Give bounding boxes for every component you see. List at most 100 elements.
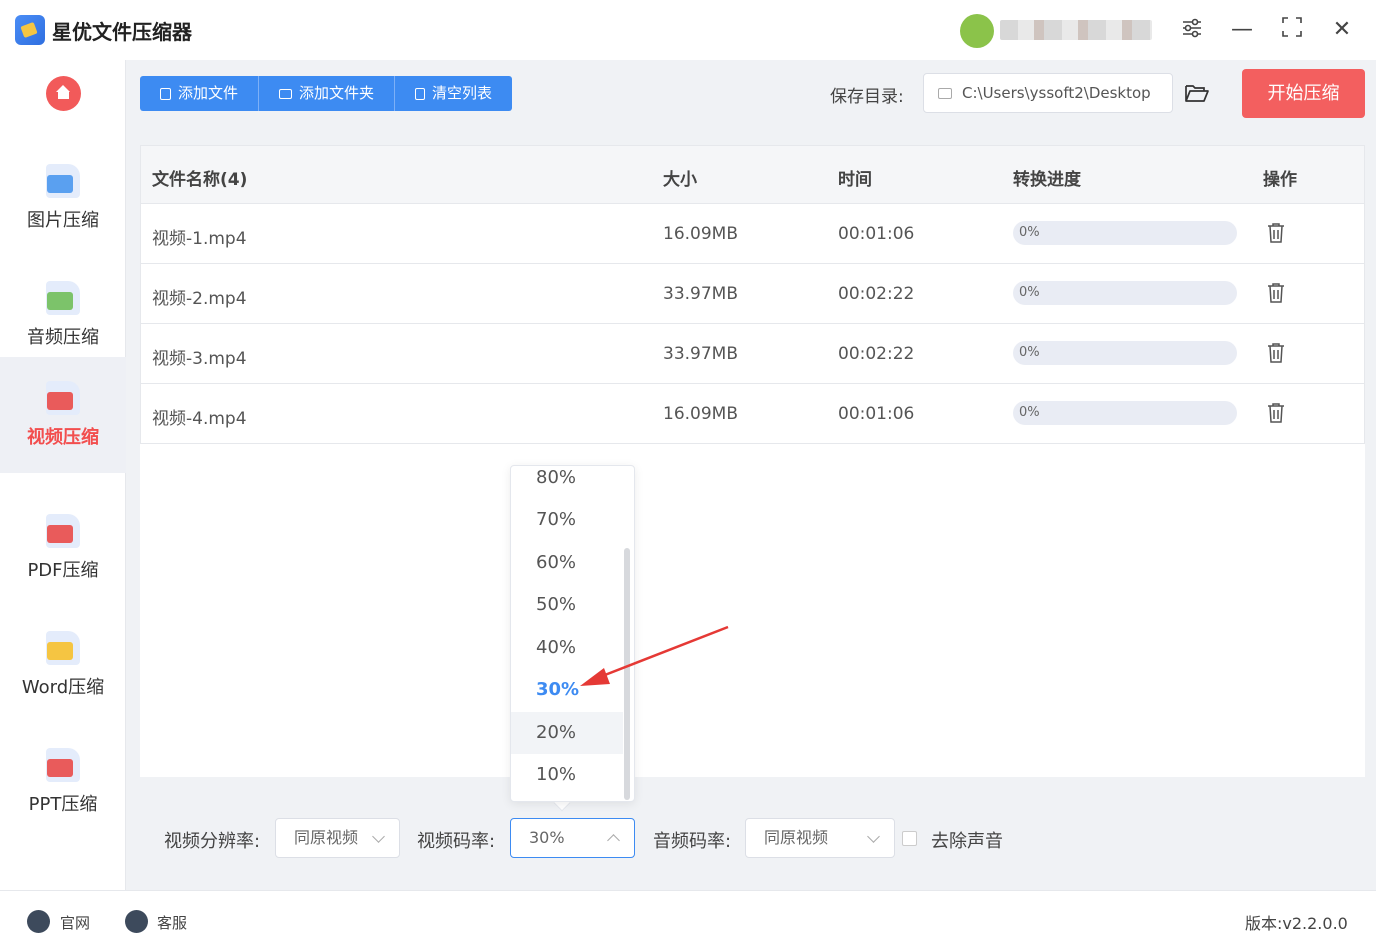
save-path-value: C:\Users\yssoft2\Desktop (962, 84, 1151, 102)
progress-bar: 0% (1013, 281, 1237, 305)
file-size: 33.97MB (663, 344, 738, 364)
folder-icon (938, 88, 952, 99)
progress-bar: 0% (1013, 401, 1237, 425)
bitrate-select[interactable]: 30% (510, 818, 635, 858)
file-icon (160, 87, 171, 100)
file-duration: 00:01:06 (838, 404, 915, 424)
support-link[interactable]: 客服 (157, 912, 187, 933)
file-name: 视频-4.mp4 (152, 409, 247, 429)
file-duration: 00:01:06 (838, 224, 915, 244)
sliders-icon (1183, 18, 1201, 38)
mute-label: 去除声音 (931, 831, 1003, 852)
table-row[interactable]: 视频-3.mp4 33.97MB 00:02:22 0% (140, 324, 1365, 384)
file-name: 视频-1.mp4 (152, 229, 247, 249)
file-duration: 00:02:22 (838, 344, 915, 364)
app-title: 星优文件压缩器 (52, 20, 192, 44)
close-button[interactable]: ✕ (1327, 15, 1357, 45)
footer: 官网 客服 版本:v2.2.0.0 (0, 890, 1376, 950)
sidebar-item-label: 图片压缩 (27, 210, 99, 231)
table-header: 文件名称(4) 大小 时间 转换进度 操作 (140, 145, 1365, 204)
delete-trash-icon[interactable] (1266, 282, 1286, 304)
progress-bar: 0% (1013, 221, 1237, 245)
title-bar: 星优文件压缩器 — ✕ (0, 0, 1376, 60)
sidebar-item-audio[interactable]: 音频压缩 (0, 257, 126, 373)
maximize-icon (1282, 17, 1302, 37)
col-header-time: 时间 (838, 170, 872, 190)
sidebar-item-label: PPT压缩 (28, 794, 98, 815)
table-row[interactable]: 视频-4.mp4 16.09MB 00:01:06 0% (140, 384, 1365, 444)
chevron-down-icon (372, 830, 385, 843)
maximize-button[interactable] (1277, 15, 1307, 45)
add-file-button[interactable]: 添加文件 (140, 76, 260, 111)
table-row[interactable]: 视频-2.mp4 33.97MB 00:02:22 0% (140, 264, 1365, 324)
folder-open-icon[interactable] (1184, 82, 1210, 104)
table-row[interactable]: 视频-1.mp4 16.09MB 00:01:06 0% (140, 204, 1365, 264)
folder-icon (279, 88, 293, 99)
clear-list-button[interactable]: 清空列表 (395, 76, 512, 111)
delete-trash-icon[interactable] (1266, 222, 1286, 244)
pdf-icon (46, 514, 80, 548)
col-header-size: 大小 (663, 170, 697, 190)
music-icon (46, 281, 80, 315)
col-header-action: 操作 (1263, 170, 1297, 190)
add-file-label: 添加文件 (178, 84, 239, 102)
dropdown-option[interactable]: 70% (511, 499, 623, 541)
chevron-up-icon (607, 834, 620, 847)
app-logo-icon (15, 15, 45, 45)
file-duration: 00:02:22 (838, 284, 915, 304)
ppt-icon (46, 748, 80, 782)
sidebar-item-pdf[interactable]: PDF压缩 (0, 490, 126, 606)
sidebar-item-label: 视频压缩 (27, 427, 99, 448)
dropdown-option[interactable]: 80% (511, 466, 623, 499)
video-icon (46, 381, 80, 415)
website-icon[interactable] (27, 910, 50, 933)
sidebar-item-ppt[interactable]: PPT压缩 (0, 724, 126, 840)
dropdown-option-hovered[interactable]: 20% (511, 712, 623, 754)
file-table: 文件名称(4) 大小 时间 转换进度 操作 视频-1.mp4 16.09MB 0… (140, 145, 1365, 777)
image-icon (46, 164, 80, 198)
sidebar-item-image[interactable]: 图片压缩 (0, 140, 126, 256)
word-icon (46, 631, 80, 665)
dropdown-option[interactable]: 10% (511, 754, 623, 796)
file-size: 16.09MB (663, 404, 738, 424)
minimize-button[interactable]: — (1227, 15, 1257, 45)
file-size: 16.09MB (663, 224, 738, 244)
delete-trash-icon[interactable] (1266, 402, 1286, 424)
settings-sliders-icon[interactable] (1177, 15, 1207, 45)
annotation-arrow-icon (580, 625, 729, 686)
version-text: 版本:v2.2.0.0 (1245, 914, 1348, 933)
progress-bar: 0% (1013, 341, 1237, 365)
delete-trash-icon[interactable] (1266, 342, 1286, 364)
file-size: 33.97MB (663, 284, 738, 304)
trash-icon (415, 87, 426, 100)
resolution-select[interactable]: 同原视频 (275, 818, 400, 858)
file-name: 视频-3.mp4 (152, 349, 247, 369)
audio-bitrate-value: 同原视频 (764, 828, 829, 847)
chevron-down-icon (867, 830, 880, 843)
audio-bitrate-select[interactable]: 同原视频 (745, 818, 895, 858)
resolution-label: 视频分辨率: (164, 831, 261, 852)
save-path-input[interactable]: C:\Users\yssoft2\Desktop (923, 73, 1173, 113)
clear-list-label: 清空列表 (432, 84, 493, 102)
audio-bitrate-label: 音频码率: (653, 831, 732, 852)
website-link[interactable]: 官网 (60, 912, 90, 933)
user-avatar[interactable] (960, 14, 994, 48)
resolution-value: 同原视频 (294, 828, 359, 847)
sidebar-item-label: Word压缩 (21, 677, 105, 698)
sidebar-item-video[interactable]: 视频压缩 (0, 357, 126, 473)
file-name: 视频-2.mp4 (152, 289, 247, 309)
sidebar-item-label: PDF压缩 (27, 560, 99, 581)
dropdown-option[interactable]: 60% (511, 542, 623, 584)
support-chat-icon[interactable] (125, 910, 148, 933)
start-compress-button[interactable]: 开始压缩 (1242, 69, 1365, 118)
sidebar-item-label: 音频压缩 (27, 327, 99, 348)
add-folder-button[interactable]: 添加文件夹 (259, 76, 396, 111)
col-header-progress: 转换进度 (1013, 170, 1081, 190)
home-icon[interactable] (46, 76, 81, 111)
user-name-blurred[interactable] (1000, 20, 1152, 40)
bitrate-label: 视频码率: (417, 831, 496, 852)
save-directory-label: 保存目录: (830, 87, 904, 107)
sidebar: 图片压缩 音频压缩 视频压缩 PDF压缩 Word压缩 PPT压缩 (0, 60, 126, 890)
sidebar-item-word[interactable]: Word压缩 (0, 607, 126, 723)
mute-checkbox[interactable] (902, 831, 917, 846)
